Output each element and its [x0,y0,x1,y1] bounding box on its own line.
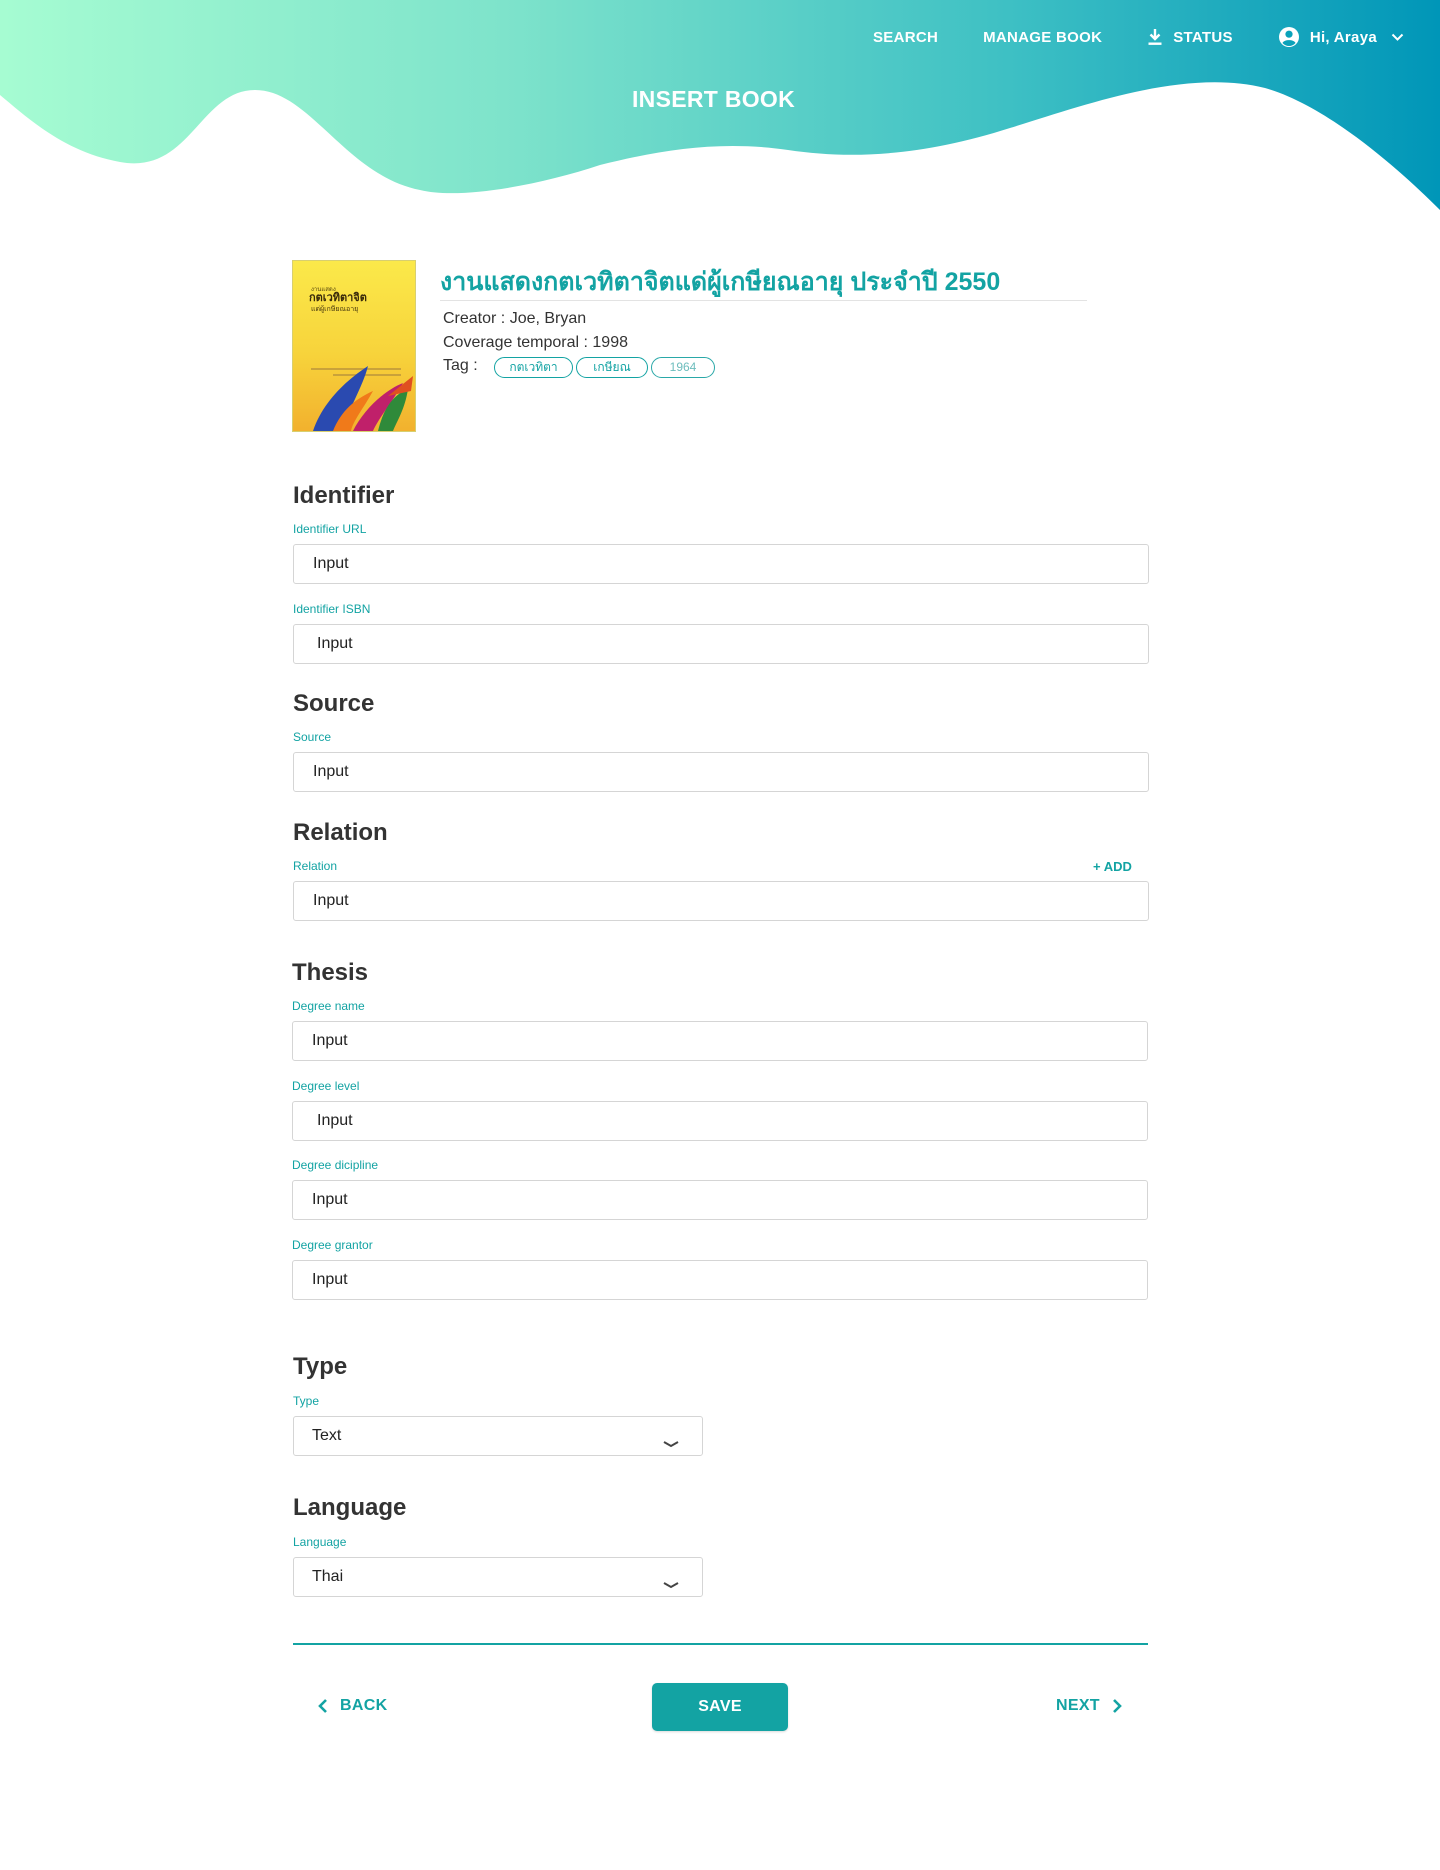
cover-text-3: แด่ผู้เกษียณอายุ [311,305,358,313]
language-select-value: Thai [312,1568,344,1585]
language-label: Language [293,1535,347,1549]
section-title-relation: Relation [293,819,388,846]
cover-text-2: กตเวทิตาจิต [309,291,367,304]
identifier-isbn-input[interactable]: Input [293,624,1149,664]
section-title-source: Source [293,690,375,717]
save-button[interactable]: SAVE [652,1683,788,1731]
title-divider [440,300,1087,301]
book-summary: งานแสดง กตเวทิตาจิต แด่ผู้เกษียณอายุ งาน… [292,260,1087,432]
top-nav: SEARCH MANAGE BOOK STATUS Hi, Araya [828,26,1404,48]
tag-chip[interactable]: 1964 [651,357,715,378]
book-title: งานแสดงกตเวทิตาจิตแด่ผู้เกษียณอายุ ประจำ… [440,268,1001,296]
next-button-label: NEXT [1056,1697,1100,1714]
tag-chip[interactable]: เกษียณ [576,357,648,378]
source-label: Source [293,730,332,744]
chevron-right-icon [1112,1699,1122,1713]
chevron-down-icon [1391,33,1404,42]
account-circle-icon [1278,26,1300,48]
nav-status-label: STATUS [1173,28,1233,46]
book-coverage: Coverage temporal : 1998 [443,334,628,351]
back-button-label: BACK [340,1697,388,1714]
book-creator: Creator : Joe, Bryan [443,310,587,327]
book-tag-label: Tag : [443,357,478,374]
identifier-url-input[interactable]: Input [293,544,1149,584]
degree-name-label: Degree name [292,999,365,1013]
degree-grantor-label: Degree grantor [292,1238,373,1252]
section-title-type: Type [293,1353,348,1380]
degree-discipline-input[interactable]: Input [292,1180,1148,1220]
degree-grantor-input[interactable]: Input [292,1260,1148,1300]
chevron-down-icon [662,1428,680,1448]
nav-status[interactable]: STATUS [1147,28,1233,46]
tag-chip[interactable]: กตเวทิตา [494,357,573,378]
relation-input[interactable]: Input [293,881,1149,921]
type-select-value: Text [312,1427,342,1444]
tag-list: กตเวทิตา เกษียณ 1964 [494,357,718,378]
footer-divider [293,1643,1148,1645]
degree-name-input[interactable]: Input [292,1021,1148,1061]
section-title-thesis: Thesis [292,959,369,986]
language-select[interactable]: Thai [293,1557,703,1597]
nav-search[interactable]: SEARCH [873,29,938,46]
identifier-url-label: Identifier URL [293,522,367,536]
type-label: Type [293,1394,320,1408]
add-relation-button[interactable]: + ADD [1093,859,1132,874]
section-title-language: Language [293,1494,407,1521]
identifier-isbn-label: Identifier ISBN [293,602,371,616]
page-title: INSERT BOOK [631,86,796,112]
degree-discipline-label: Degree dicipline [292,1158,379,1172]
header: SEARCH MANAGE BOOK STATUS Hi, Araya INSE… [0,0,1440,240]
book-cover: งานแสดง กตเวทิตาจิต แด่ผู้เกษียณอายุ [292,260,416,432]
user-name: Hi, Araya [1309,28,1377,46]
download-icon [1147,28,1163,46]
nav-manage-book[interactable]: MANAGE BOOK [983,29,1102,46]
next-button[interactable]: NEXT [1056,1697,1122,1715]
nav-search-label: SEARCH [872,28,939,46]
chevron-down-icon [662,1569,680,1589]
chevron-left-icon [318,1699,327,1713]
degree-level-input[interactable]: Input [292,1101,1148,1141]
source-input[interactable]: Input [293,752,1149,792]
nav-manage-book-label: MANAGE BOOK [983,28,1103,46]
relation-label: Relation [293,859,338,873]
type-select[interactable]: Text [293,1416,703,1456]
section-title-identifier: Identifier [293,482,395,509]
degree-level-label: Degree level [292,1079,360,1093]
user-menu[interactable]: Hi, Araya [1278,26,1404,48]
back-button[interactable]: BACK [318,1697,387,1715]
